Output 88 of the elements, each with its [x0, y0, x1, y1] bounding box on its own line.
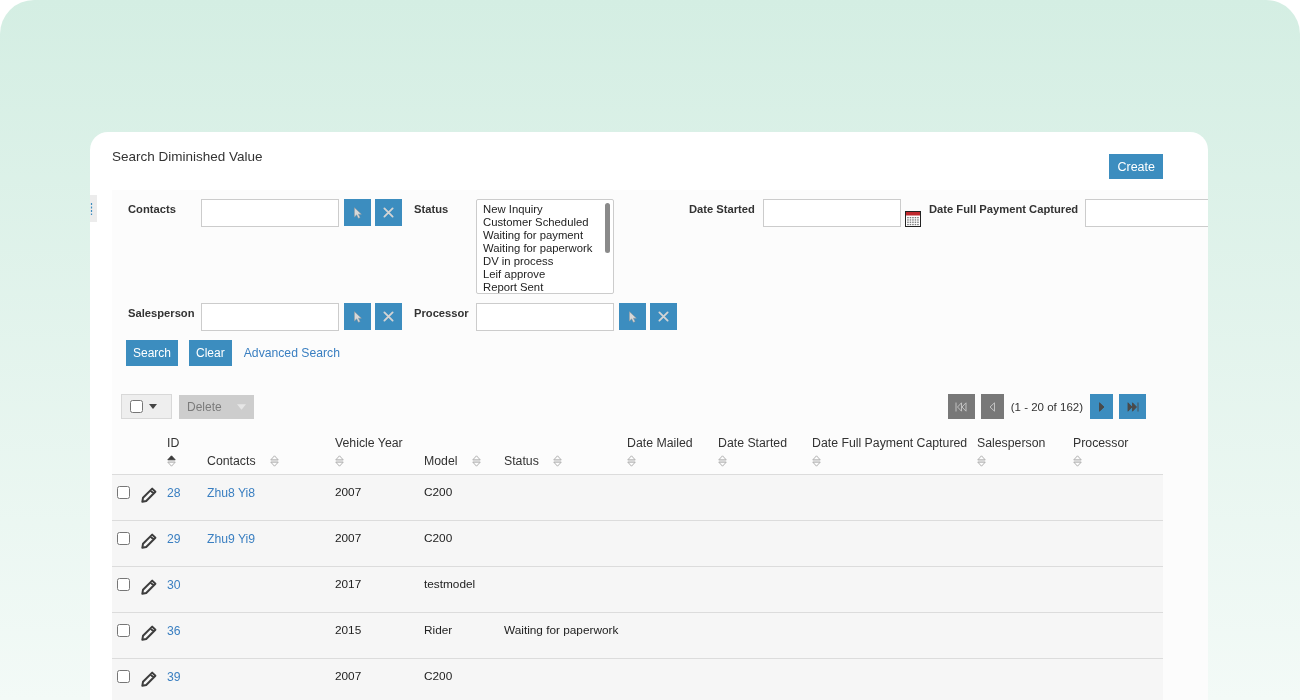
record-id-link[interactable]: 29: [167, 532, 181, 546]
cursor-icon: [353, 310, 362, 323]
column-header[interactable]: Vehicle Year: [335, 434, 403, 470]
table-cell: C200: [424, 531, 453, 545]
listbox-option[interactable]: Waiting for payment: [483, 229, 584, 242]
field-label: Contacts: [128, 203, 176, 215]
cross-icon: [383, 207, 394, 218]
scrollbar-thumb[interactable]: [605, 203, 610, 253]
pencil-icon[interactable]: [141, 671, 157, 687]
pencil-icon[interactable]: [141, 487, 157, 503]
input-field[interactable]: [476, 303, 614, 331]
row-checkbox[interactable]: [117, 486, 130, 499]
table-cell: C200: [424, 485, 453, 499]
lookup-button[interactable]: [344, 199, 371, 226]
row-checkbox[interactable]: [117, 578, 130, 591]
record-id-link[interactable]: 28: [167, 486, 181, 500]
clear-field-button[interactable]: [375, 199, 402, 226]
table-cell: 2017: [335, 577, 362, 591]
column-header[interactable]: Model: [424, 452, 481, 470]
column-header[interactable]: Salesperson: [977, 434, 1046, 470]
clear-field-button[interactable]: [375, 303, 402, 330]
caret-icon: [237, 403, 246, 410]
pencil-icon[interactable]: [141, 533, 157, 549]
field-label: Date Full Payment Captured: [929, 203, 1079, 215]
record-id-link[interactable]: 30: [167, 578, 181, 592]
clear-field-button[interactable]: [650, 303, 677, 330]
table-cell: 2007: [335, 669, 362, 683]
left-triangle-icon: [989, 401, 996, 412]
cursor-icon: [353, 206, 362, 219]
input-field[interactable]: [201, 303, 339, 331]
field-label: Processor: [414, 307, 469, 319]
table-cell: 2015: [335, 623, 362, 637]
cross-icon: [383, 311, 394, 322]
select-all-checkbox[interactable]: [130, 400, 143, 413]
table-cell: Waiting for paperwork: [504, 623, 619, 637]
column-header[interactable]: ID: [167, 434, 180, 470]
row-checkbox[interactable]: [117, 532, 130, 545]
date-field[interactable]: [763, 199, 901, 227]
field-label: Status: [414, 203, 449, 215]
listbox-option[interactable]: Waiting for paperwork: [483, 242, 593, 255]
cross-icon: [658, 311, 669, 322]
field-label: Salesperson: [128, 307, 195, 319]
table-cell: C200: [424, 669, 453, 683]
right-triangle-icon: [1098, 401, 1105, 412]
caret-icon: [149, 404, 157, 409]
column-header[interactable]: Date Mailed: [627, 434, 693, 470]
page-title: Search Diminished Value: [112, 149, 263, 165]
skip-to-end-icon: [1126, 401, 1139, 412]
lookup-button[interactable]: [344, 303, 371, 330]
last-page-button[interactable]: [1119, 394, 1146, 419]
input-field[interactable]: [1085, 199, 1208, 227]
skip-to-start-icon: [955, 401, 968, 412]
column-header[interactable]: Status: [504, 452, 562, 470]
next-page-button[interactable]: [1090, 394, 1113, 419]
status-listbox[interactable]: New Inquiry Customer Scheduled Waiting for payment Waiting for paperwork DV in process Leif approve Report Sent: [476, 199, 614, 294]
page-summary: (1 - 20 of 162): [1010, 400, 1083, 413]
search-button[interactable]: Search: [126, 340, 179, 366]
column-header[interactable]: Contacts: [207, 452, 279, 470]
table-cell: testmodel: [424, 577, 476, 591]
input-field[interactable]: [201, 199, 339, 227]
pencil-icon[interactable]: [141, 579, 157, 595]
contact-link[interactable]: Zhu9 Yi9: [207, 532, 256, 546]
record-id-link[interactable]: 36: [167, 624, 181, 638]
row-checkbox[interactable]: [117, 624, 130, 637]
field-label: Date Started: [689, 203, 755, 215]
table-cell: 2007: [335, 531, 362, 545]
create-button[interactable]: Create: [1109, 154, 1163, 179]
contact-link[interactable]: Zhu8 Yi8: [207, 486, 256, 500]
lookup-button[interactable]: [619, 303, 646, 330]
listbox-option[interactable]: New Inquiry: [483, 203, 543, 216]
bulk-select-dropdown[interactable]: [121, 394, 172, 419]
listbox-option[interactable]: Customer Scheduled: [483, 216, 589, 229]
column-header[interactable]: Date Started: [718, 434, 788, 470]
table-cell: Rider: [424, 623, 453, 637]
column-header[interactable]: Date Full Payment Captured: [812, 434, 968, 470]
listbox-option[interactable]: Leif approve: [483, 268, 546, 281]
table-cell: 2007: [335, 485, 362, 499]
cursor-icon: [628, 310, 637, 323]
listbox-option[interactable]: DV in process: [483, 255, 554, 268]
pencil-icon[interactable]: [141, 625, 157, 641]
advanced-search-link[interactable]: Advanced Search: [243, 346, 340, 360]
handle-icon[interactable]: [90, 195, 97, 222]
calendar-icon[interactable]: [905, 211, 921, 227]
row-checkbox[interactable]: [117, 670, 130, 683]
clear-button[interactable]: Clear: [189, 340, 232, 366]
record-id-link[interactable]: 39: [167, 670, 181, 684]
listbox-option[interactable]: Report Sent: [483, 281, 544, 293]
column-header[interactable]: Processor: [1073, 434, 1129, 470]
